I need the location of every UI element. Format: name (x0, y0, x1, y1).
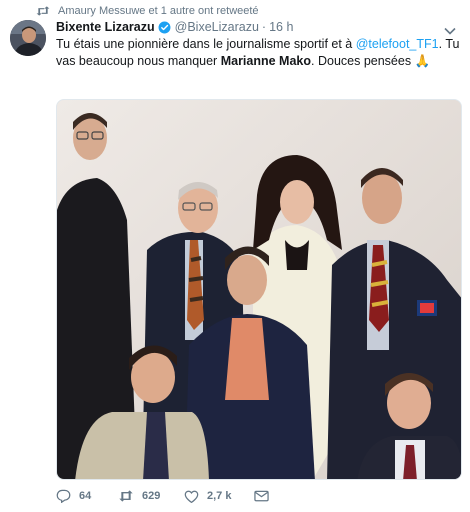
tweet-text-part1: Tu étais une pionnière dans le journalis… (56, 37, 356, 51)
avatar[interactable] (10, 20, 46, 56)
retweet-icon (36, 6, 58, 16)
retweet-action-icon (118, 490, 134, 502)
tweet-actions: 64 629 2,7 k (56, 487, 284, 505)
reply-icon (56, 489, 71, 503)
retweet-count: 629 (142, 490, 161, 502)
like-button[interactable]: 2,7 k (184, 490, 254, 503)
direct-message-button[interactable] (254, 490, 284, 502)
tweet-photo[interactable] (56, 99, 462, 480)
heart-icon (184, 490, 199, 503)
mention-link[interactable]: @telefoot_TF1 (356, 37, 439, 51)
reply-count: 64 (79, 490, 92, 502)
tweet-text-part3: . Douces pensées 🙏 (311, 54, 431, 68)
verified-badge-icon (158, 21, 171, 34)
author-handle[interactable]: @BixeLizarazu (175, 20, 259, 34)
author-name[interactable]: Bixente Lizarazu (56, 20, 155, 34)
like-count: 2,7 k (207, 490, 232, 502)
retweet-button[interactable]: 629 (118, 490, 184, 502)
tweet-header: Bixente Lizarazu @BixeLizarazu · 16 h (56, 19, 293, 35)
reply-button[interactable]: 64 (56, 489, 118, 503)
separator-dot: · (261, 20, 267, 34)
retweet-indicator[interactable]: Amaury Messuwe et 1 autre ont retweeté (16, 3, 259, 19)
envelope-icon (254, 490, 269, 502)
tweet-timestamp[interactable]: 16 h (269, 20, 293, 34)
tweet-text: Tu étais une pionnière dans le journalis… (56, 36, 460, 70)
tweet-bold-name: Marianne Mako (220, 54, 312, 68)
retweet-text: Amaury Messuwe et 1 autre ont retweeté (58, 5, 259, 17)
